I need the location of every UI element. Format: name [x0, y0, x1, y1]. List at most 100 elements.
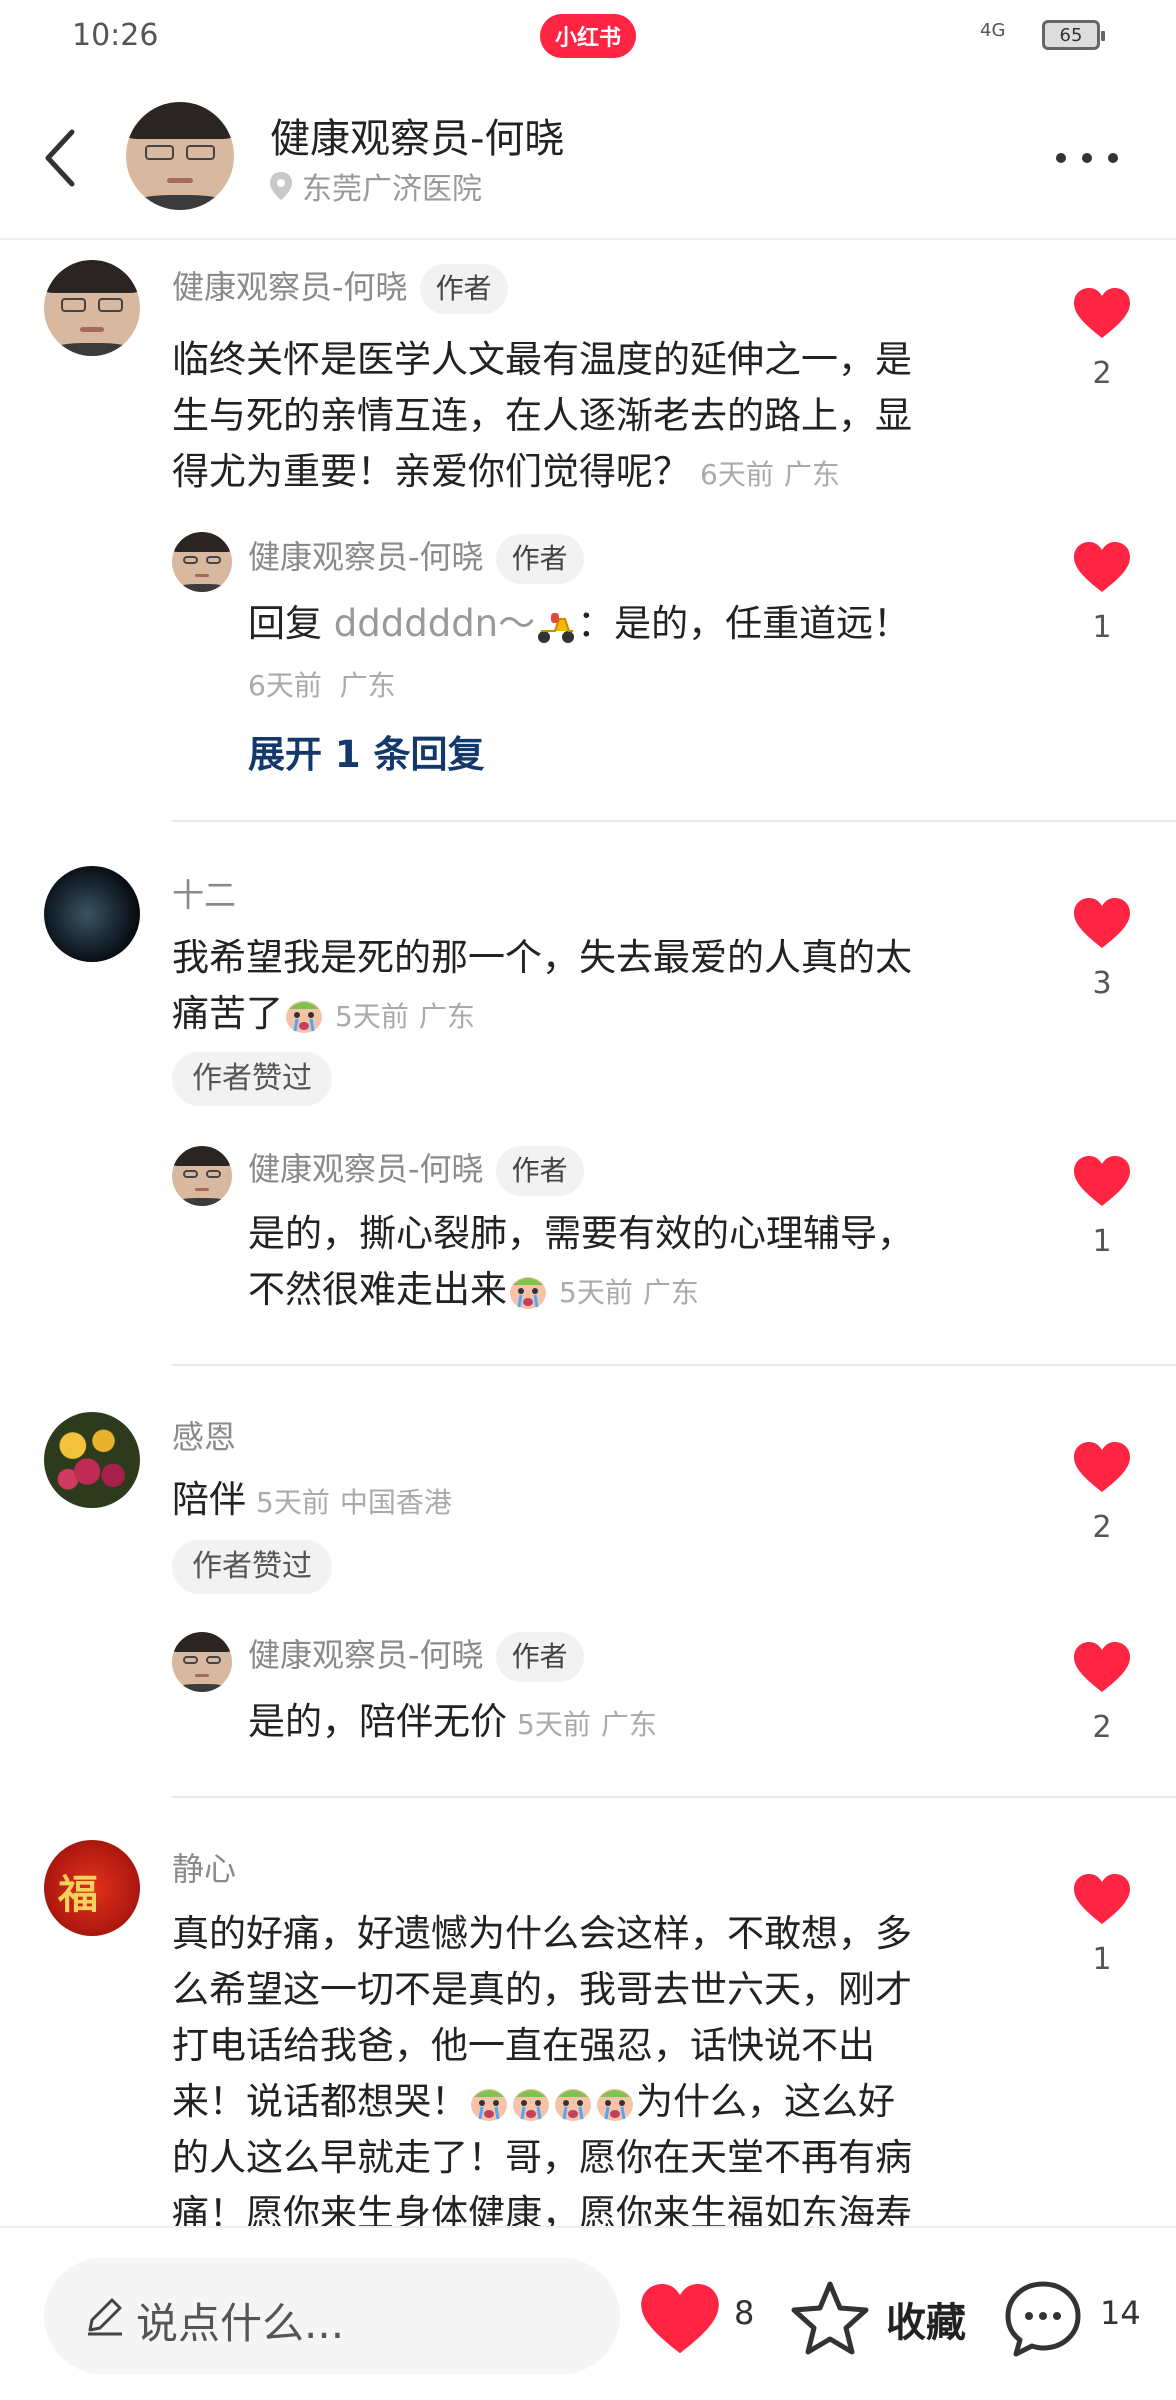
avatar[interactable]: [44, 1412, 140, 1508]
like-count: 8: [734, 2294, 755, 2332]
comment-count: 14: [1100, 2294, 1141, 2332]
comment-author-name[interactable]: 感恩: [172, 1412, 236, 1458]
comment-text[interactable]: 陪伴 5天前 中国香港: [172, 1472, 1032, 1531]
comment-author[interactable]: 健康观察员-何晓 作者: [172, 262, 508, 314]
status-bar: 10:26 小红书 4G 65: [0, 0, 1176, 72]
expand-replies-link[interactable]: 展开 1 条回复: [248, 724, 485, 778]
reply-text-line: 是的，撕心裂肺，需要有效的心理辅导，: [248, 1212, 914, 1255]
comment-text[interactable]: 临终关怀是医学人文最有温度的延伸之一，是 生与死的亲情互连，在人逐渐老去的路上，…: [172, 332, 1032, 503]
author-tag: 作者: [495, 1146, 584, 1196]
reply-meta: 6天前 广东: [248, 664, 396, 704]
comment-text-line: 么希望这一切不是真的，我哥去世六天，刚才: [172, 1968, 912, 2011]
comment-author-name[interactable]: 十二: [172, 870, 236, 916]
reply-time: 5天前: [559, 1276, 633, 1309]
avatar[interactable]: [44, 260, 140, 356]
heart-icon[interactable]: [1074, 542, 1130, 594]
page-title[interactable]: 健康观察员-何晓: [270, 106, 564, 164]
app-badge: 小红书: [540, 14, 636, 58]
comment-time: 5天前: [256, 1486, 330, 1519]
reply-mention[interactable]: ddddddn～: [334, 602, 535, 645]
heart-icon[interactable]: [1074, 288, 1130, 340]
comment-text-line: 临终关怀是医学人文最有温度的延伸之一，是: [172, 338, 912, 381]
heart-icon[interactable]: [1074, 898, 1130, 950]
comment-text[interactable]: 我希望我是死的那一个，失去最爱的人真的太 痛苦了 5天前 广东: [172, 930, 1032, 1045]
comment-text-line: 来！说话都想哭！ 为什么，这么好: [172, 2080, 895, 2123]
comment-input[interactable]: 说点什么...: [44, 2258, 620, 2374]
reply-time: 5天前: [517, 1708, 591, 1741]
avatar[interactable]: [172, 1146, 232, 1206]
author-tag: 作者: [495, 534, 584, 584]
reply-author-name[interactable]: 健康观察员-何晓: [248, 1150, 484, 1188]
comment-text-line: 生与死的亲情互连，在人逐渐老去的路上，显: [172, 394, 912, 437]
crying-emoji: [597, 2088, 633, 2121]
comment-text-line: 痛苦了 5天前 广东: [172, 992, 475, 1035]
author-tag: 作者: [495, 1632, 584, 1682]
status-time: 10:26: [72, 18, 159, 53]
heart-icon[interactable]: [1074, 1642, 1130, 1694]
location-icon: [270, 172, 292, 200]
reply-region: 广东: [600, 1708, 657, 1741]
comment-author-name[interactable]: 静心: [172, 1844, 236, 1890]
divider: [172, 820, 1176, 822]
header-divider: [0, 238, 1176, 240]
comment-text-line: 真的好痛，好遗憾为什么会这样，不敢想，多: [172, 1912, 912, 1955]
back-icon[interactable]: [40, 126, 90, 196]
like-count: 3: [1092, 966, 1112, 1001]
like-count: 1: [1092, 1942, 1112, 1977]
crying-emoji: [555, 2088, 591, 2121]
chat-icon[interactable]: [1002, 2278, 1084, 2360]
reply-author-name[interactable]: 健康观察员-何晓: [248, 1636, 484, 1674]
location-label: 东莞广济医院: [302, 172, 482, 207]
like-count: 2: [1092, 356, 1112, 391]
crying-emoji: [510, 1276, 546, 1309]
author-liked-badge: 作者赞过: [172, 1540, 332, 1594]
comment-author-name[interactable]: 健康观察员-何晓: [172, 268, 408, 306]
avatar[interactable]: [44, 866, 140, 962]
like-count: 1: [1092, 610, 1112, 645]
divider: [172, 1364, 1176, 1366]
scooter-emoji: [538, 612, 575, 643]
reply-region: 广东: [642, 1276, 699, 1309]
reply-author[interactable]: 健康观察员-何晓 作者: [248, 532, 584, 584]
comment-text[interactable]: 真的好痛，好遗憾为什么会这样，不敢想，多 么希望这一切不是真的，我哥去世六天，刚…: [172, 1906, 1032, 2242]
like-count: 1: [1092, 1224, 1112, 1259]
comment-input-placeholder: 说点什么...: [136, 2299, 345, 2348]
avatar[interactable]: [172, 532, 232, 592]
comment-region: 广东: [418, 1000, 475, 1033]
header: 健康观察员-何晓 东莞广济医院: [0, 80, 1176, 240]
avatar[interactable]: [126, 102, 234, 210]
heart-icon[interactable]: [1074, 1156, 1130, 1208]
comment-region: 中国香港: [339, 1486, 452, 1519]
reply-author-name[interactable]: 健康观察员-何晓: [248, 538, 484, 576]
divider: [172, 1796, 1176, 1798]
collect-button[interactable]: 收藏: [886, 2290, 966, 2348]
heart-icon[interactable]: [640, 2284, 720, 2356]
author-liked-badge: 作者赞过: [172, 1052, 332, 1106]
comment-time: 5天前: [335, 1000, 409, 1033]
reply-text[interactable]: 回复 ddddddn～ ：是的，任重道远！: [248, 596, 1028, 652]
comment-text-line: 打电话给我爸，他一直在强忍，话快说不出: [172, 2024, 875, 2067]
avatar[interactable]: [172, 1632, 232, 1692]
reply-text-line: 不然很难走出来 5天前 广东: [248, 1268, 699, 1311]
heart-icon[interactable]: [1074, 1442, 1130, 1494]
reply-time: 6天前: [248, 669, 322, 702]
reply-text[interactable]: 是的，陪伴无价 5天前 广东: [248, 1694, 1028, 1753]
comment-text-line: 我希望我是死的那一个，失去最爱的人真的太: [172, 936, 912, 979]
comment-text-line: 得尤为重要！亲爱你们觉得呢？ 6天前 广东: [172, 450, 840, 493]
crying-emoji: [513, 2088, 549, 2121]
reply-author[interactable]: 健康观察员-何晓 作者: [248, 1630, 584, 1682]
avatar[interactable]: [44, 1840, 140, 1936]
like-count: 2: [1092, 1710, 1112, 1745]
signal-icon: 4G: [980, 20, 1006, 41]
reply-author[interactable]: 健康观察员-何晓 作者: [248, 1144, 584, 1196]
crying-emoji: [471, 2088, 507, 2121]
crying-emoji: [286, 1000, 322, 1033]
star-icon[interactable]: [790, 2280, 870, 2356]
reply-region: 广东: [339, 669, 396, 702]
location[interactable]: 东莞广济医院: [270, 164, 482, 208]
reply-text[interactable]: 是的，撕心裂肺，需要有效的心理辅导， 不然很难走出来 5天前 广东: [248, 1206, 1028, 1321]
comment-region: 广东: [783, 458, 840, 491]
more-icon[interactable]: [1056, 140, 1118, 176]
comment-text-line: 的人这么早就走了！哥，愿你在天堂不再有病: [172, 2136, 912, 2179]
heart-icon[interactable]: [1074, 1874, 1130, 1926]
